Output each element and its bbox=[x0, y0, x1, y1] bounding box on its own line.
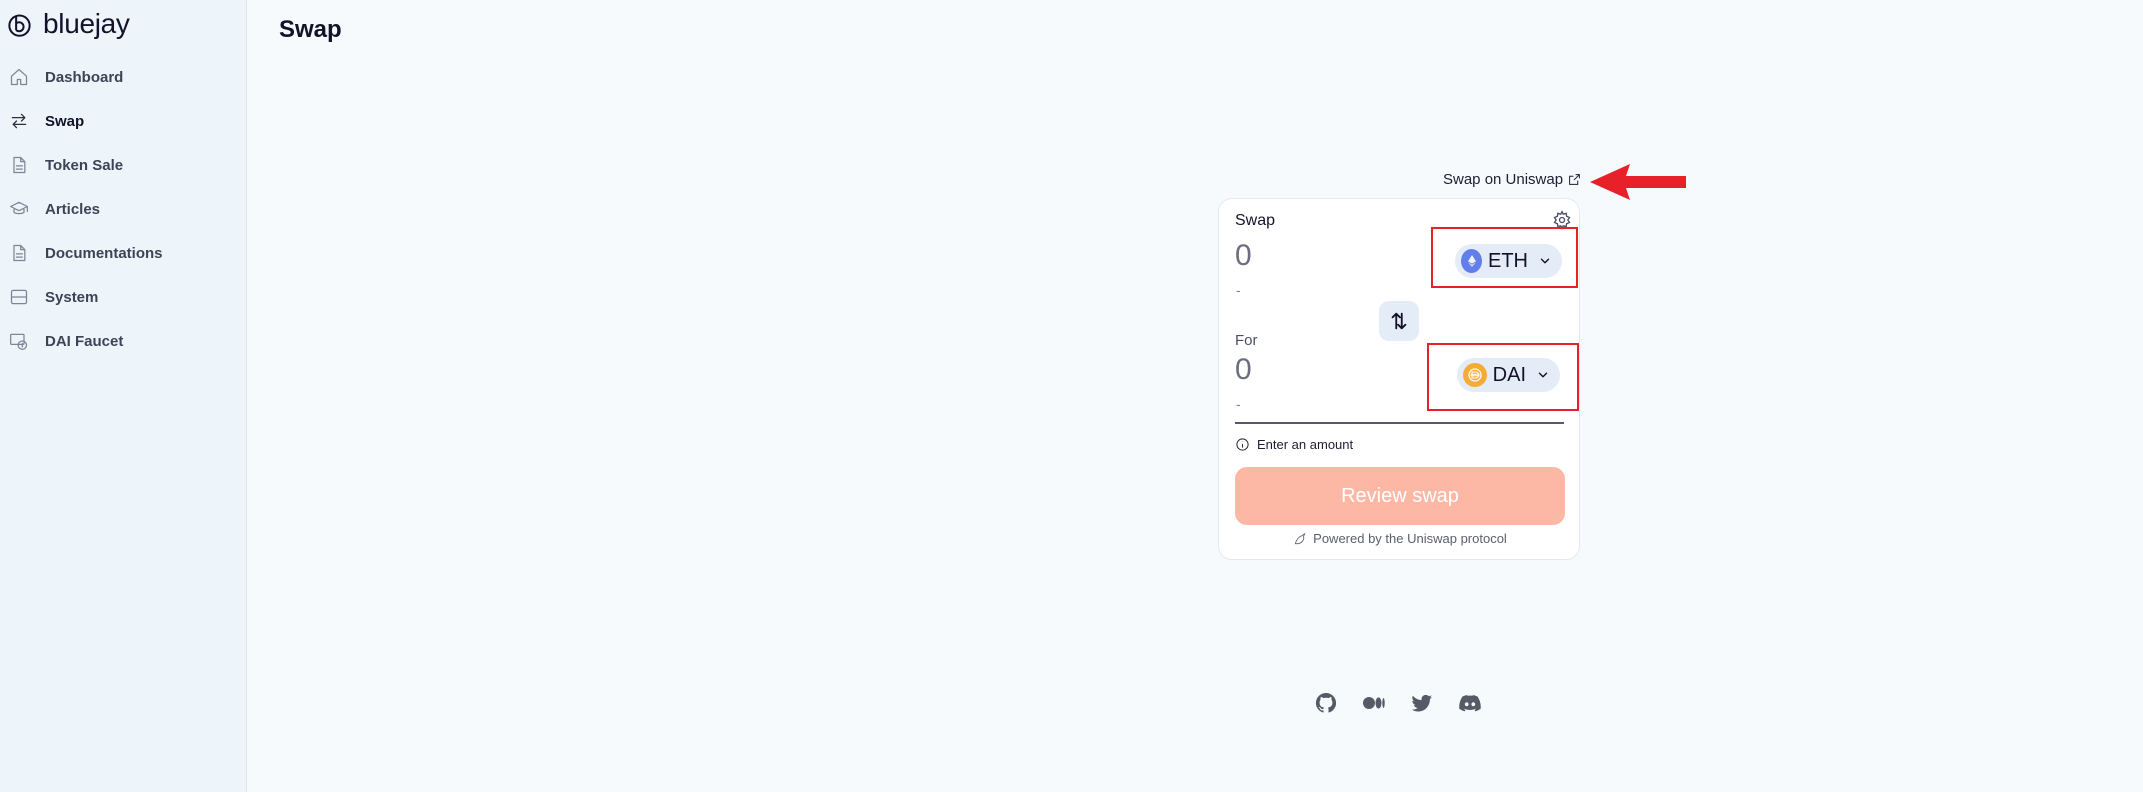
dai-token-icon bbox=[1463, 363, 1487, 387]
from-amount-input[interactable] bbox=[1235, 239, 1355, 273]
server-icon bbox=[8, 286, 30, 308]
settings-gear-icon[interactable] bbox=[1552, 210, 1572, 230]
sidebar-item-dashboard[interactable]: Dashboard bbox=[0, 55, 247, 99]
page-title: Swap bbox=[279, 16, 342, 43]
sidebar-item-swap[interactable]: Swap bbox=[0, 99, 247, 143]
to-amount-input[interactable] bbox=[1235, 353, 1355, 387]
sidebar-nav: Dashboard Swap Token Sale Articles Docum… bbox=[0, 55, 247, 363]
powered-by-text: Powered by the Uniswap protocol bbox=[1313, 531, 1507, 546]
sidebar-item-label: System bbox=[45, 288, 99, 306]
bluejay-logo-icon bbox=[8, 13, 31, 37]
swap-direction-icon bbox=[1391, 312, 1407, 330]
from-usd-value: - bbox=[1236, 282, 1241, 298]
to-token-symbol: DAI bbox=[1492, 363, 1526, 386]
eth-token-icon bbox=[1461, 249, 1482, 273]
sidebar-item-documentations[interactable]: Documentations bbox=[0, 231, 247, 275]
document-icon bbox=[8, 242, 30, 264]
sidebar-item-label: Token Sale bbox=[45, 156, 124, 174]
swap-arrows-icon bbox=[8, 110, 30, 132]
sidebar-item-label: Articles bbox=[45, 200, 101, 218]
from-token-symbol: ETH bbox=[1488, 249, 1528, 272]
discord-icon[interactable] bbox=[1457, 690, 1483, 716]
swap-card-title: Swap bbox=[1235, 212, 1276, 229]
document-icon bbox=[8, 154, 30, 176]
graduation-cap-icon bbox=[8, 198, 30, 220]
to-token-select[interactable]: DAI bbox=[1457, 358, 1560, 392]
sidebar-item-articles[interactable]: Articles bbox=[0, 187, 247, 231]
swap-on-uniswap-label: Swap on Uniswap bbox=[1443, 171, 1564, 188]
sidebar-item-label: Documentations bbox=[45, 244, 163, 262]
github-icon[interactable] bbox=[1313, 690, 1339, 716]
status-message: Enter an amount bbox=[1235, 437, 1353, 452]
divider bbox=[1235, 422, 1564, 424]
chevron-down-icon bbox=[1536, 368, 1550, 382]
brand-name: bluejay bbox=[43, 8, 130, 39]
sidebar-item-label: Swap bbox=[45, 112, 85, 130]
brand[interactable]: bluejay bbox=[6, 8, 130, 40]
annotation-arrow bbox=[1590, 164, 1686, 200]
home-icon bbox=[8, 66, 30, 88]
medium-icon[interactable] bbox=[1361, 690, 1387, 716]
swap-on-uniswap-link[interactable]: Swap on Uniswap bbox=[1443, 171, 1581, 188]
chevron-down-icon bbox=[1538, 254, 1552, 268]
for-label: For bbox=[1235, 332, 1258, 349]
sidebar-item-token-sale[interactable]: Token Sale bbox=[0, 143, 247, 187]
review-swap-button[interactable]: Review swap bbox=[1235, 467, 1565, 525]
external-link-icon bbox=[1569, 174, 1580, 185]
twitter-icon[interactable] bbox=[1409, 690, 1435, 716]
sidebar-item-label: DAI Faucet bbox=[45, 332, 124, 350]
flip-tokens-button[interactable] bbox=[1379, 301, 1419, 341]
powered-by: Powered by the Uniswap protocol bbox=[1219, 531, 1581, 546]
sidebar: bluejay Dashboard Swap Token Sale Articl… bbox=[0, 0, 247, 792]
sidebar-item-dai-faucet[interactable]: DAI Faucet bbox=[0, 319, 247, 363]
sidebar-item-system[interactable]: System bbox=[0, 275, 247, 319]
faucet-icon bbox=[8, 330, 30, 352]
sidebar-item-label: Dashboard bbox=[45, 68, 124, 86]
info-icon bbox=[1236, 438, 1249, 451]
swap-card: Swap - ETH For - DAI Enter an amount Rev… bbox=[1218, 198, 1580, 560]
to-usd-value: - bbox=[1236, 396, 1241, 412]
status-text: Enter an amount bbox=[1257, 437, 1354, 452]
social-links bbox=[1313, 690, 1483, 716]
uniswap-unicorn-icon bbox=[1294, 532, 1306, 544]
from-token-select[interactable]: ETH bbox=[1455, 244, 1562, 278]
